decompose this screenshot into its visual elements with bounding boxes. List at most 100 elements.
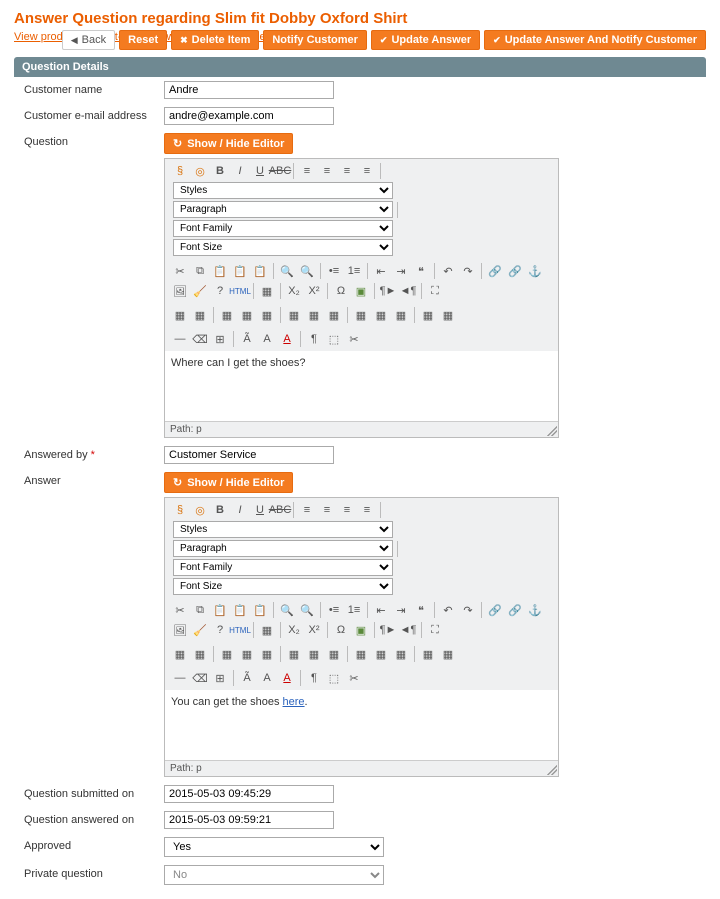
styles-select[interactable]: Styles xyxy=(173,521,393,538)
link-icon[interactable]: § xyxy=(171,162,189,180)
help-icon[interactable]: ? xyxy=(211,621,229,639)
quote-icon[interactable]: ❝ xyxy=(412,262,430,280)
sup-icon[interactable]: X² xyxy=(305,282,323,300)
tbl2-icon[interactable]: ▦ xyxy=(191,306,209,324)
clean-icon[interactable]: 🧹 xyxy=(191,621,209,639)
cut-icon[interactable]: ✂ xyxy=(171,262,189,280)
color-fg-icon[interactable]: A xyxy=(278,669,296,687)
tbl7-icon[interactable]: ▦ xyxy=(305,645,323,663)
tbl8-icon[interactable]: ▦ xyxy=(325,645,343,663)
copy-icon[interactable]: ⧉ xyxy=(191,262,209,280)
answered-on-input[interactable] xyxy=(164,811,334,829)
question-body[interactable]: Where can I get the shoes? xyxy=(165,351,558,421)
answered-by-input[interactable] xyxy=(164,446,334,464)
widget-icon[interactable]: ◎ xyxy=(191,162,209,180)
remove-format-icon[interactable]: ⌫ xyxy=(191,669,209,687)
copy-icon[interactable]: ⧉ xyxy=(191,601,209,619)
tbl12-icon[interactable]: ▦ xyxy=(419,306,437,324)
char-icon[interactable]: Ω xyxy=(332,621,350,639)
media-icon[interactable]: ▣ xyxy=(352,282,370,300)
find-icon[interactable]: 🔍 xyxy=(278,262,296,280)
rtl-icon[interactable]: ◄¶ xyxy=(399,621,417,639)
font-size-select[interactable]: Font Size xyxy=(173,578,393,595)
customer-name-input[interactable] xyxy=(164,81,334,99)
answer-body[interactable]: You can get the shoes here. xyxy=(165,690,558,760)
anchor-icon[interactable]: ⚓ xyxy=(526,262,544,280)
cut-icon[interactable]: ✂ xyxy=(171,601,189,619)
tbl5-icon[interactable]: ▦ xyxy=(258,306,276,324)
align-center-icon[interactable]: ≡ xyxy=(318,162,336,180)
tbl13-icon[interactable]: ▦ xyxy=(439,645,457,663)
answer-link[interactable]: here xyxy=(283,696,305,708)
update-notify-button[interactable]: ✔Update Answer And Notify Customer xyxy=(484,30,706,50)
vis-icon[interactable]: ⊞ xyxy=(211,669,229,687)
paste-text-icon[interactable]: 📋 xyxy=(231,262,249,280)
private-select[interactable]: No xyxy=(164,865,384,885)
sub-icon[interactable]: X₂ xyxy=(285,621,303,639)
tbl5-icon[interactable]: ▦ xyxy=(258,645,276,663)
bold-icon[interactable]: B xyxy=(211,162,229,180)
replace-icon[interactable]: 🔍 xyxy=(298,262,316,280)
notify-button[interactable]: Notify Customer xyxy=(263,30,367,50)
outdent-icon[interactable]: ⇤ xyxy=(372,601,390,619)
font-family-select[interactable]: Font Family xyxy=(173,559,393,576)
align-right-icon[interactable]: ≡ xyxy=(338,501,356,519)
underline-icon[interactable]: U xyxy=(251,162,269,180)
italic-icon[interactable]: I xyxy=(231,501,249,519)
tbl3-icon[interactable]: ▦ xyxy=(218,306,236,324)
tbl13-icon[interactable]: ▦ xyxy=(439,306,457,324)
paragraph-select[interactable]: Paragraph xyxy=(173,540,393,557)
outdent-icon[interactable]: ⇤ xyxy=(372,262,390,280)
sup-icon[interactable]: X² xyxy=(305,621,323,639)
align-left-icon[interactable]: ≡ xyxy=(298,162,316,180)
color-bg-icon[interactable]: A xyxy=(258,330,276,348)
indent-icon[interactable]: ⇥ xyxy=(392,601,410,619)
submitted-input[interactable] xyxy=(164,785,334,803)
image-icon[interactable]: 🖼 xyxy=(171,282,189,300)
tbl4-icon[interactable]: ▦ xyxy=(238,645,256,663)
color-bg-icon[interactable]: A xyxy=(258,669,276,687)
nbsp-icon[interactable]: ⬚ xyxy=(325,669,343,687)
paragraph-select[interactable]: Paragraph xyxy=(173,201,393,218)
tbl8-icon[interactable]: ▦ xyxy=(325,306,343,324)
tbl7-icon[interactable]: ▦ xyxy=(305,306,323,324)
replace-icon[interactable]: 🔍 xyxy=(298,601,316,619)
ol-icon[interactable]: 1≡ xyxy=(345,262,363,280)
paste-word-icon[interactable]: 📋 xyxy=(251,262,269,280)
anchor-icon[interactable]: ⚓ xyxy=(526,601,544,619)
quote-icon[interactable]: ❝ xyxy=(412,601,430,619)
unlink-icon[interactable]: 🔗 xyxy=(506,601,524,619)
tbl4-icon[interactable]: ▦ xyxy=(238,306,256,324)
table-icon[interactable]: ▦ xyxy=(258,621,276,639)
unlink-icon[interactable]: 🔗 xyxy=(506,262,524,280)
tbl2-icon[interactable]: ▦ xyxy=(191,645,209,663)
resize-handle-icon[interactable] xyxy=(547,765,557,775)
tbl10-icon[interactable]: ▦ xyxy=(372,306,390,324)
update-button[interactable]: ✔Update Answer xyxy=(371,30,480,50)
align-center-icon[interactable]: ≡ xyxy=(318,501,336,519)
fullscreen-icon[interactable]: ⛶ xyxy=(426,282,444,300)
delete-button[interactable]: ✖Delete Item xyxy=(171,30,259,50)
strike-icon[interactable]: ABC xyxy=(271,162,289,180)
color-fg-icon[interactable]: A xyxy=(278,330,296,348)
underline-icon[interactable]: U xyxy=(251,501,269,519)
strike-icon[interactable]: ABC xyxy=(271,501,289,519)
ol-icon[interactable]: 1≡ xyxy=(345,601,363,619)
undo-icon[interactable]: ↶ xyxy=(439,262,457,280)
ul-icon[interactable]: •≡ xyxy=(325,601,343,619)
insert-link-icon[interactable]: 🔗 xyxy=(486,601,504,619)
answer-toggle-editor-button[interactable]: ↻Show / Hide Editor xyxy=(164,472,293,493)
tbl12-icon[interactable]: ▦ xyxy=(419,645,437,663)
sub-icon[interactable]: X₂ xyxy=(285,282,303,300)
hr-icon[interactable]: — xyxy=(171,669,189,687)
question-toggle-editor-button[interactable]: ↻Show / Hide Editor xyxy=(164,133,293,154)
tbl11-icon[interactable]: ▦ xyxy=(392,645,410,663)
char-icon[interactable]: Ω xyxy=(332,282,350,300)
clean-icon[interactable]: 🧹 xyxy=(191,282,209,300)
find-icon[interactable]: 🔍 xyxy=(278,601,296,619)
vis-icon[interactable]: ⊞ xyxy=(211,330,229,348)
italic-icon[interactable]: I xyxy=(231,162,249,180)
back-button[interactable]: ◀Back xyxy=(62,30,115,50)
fullscreen-icon[interactable]: ⛶ xyxy=(426,621,444,639)
paste-icon[interactable]: 📋 xyxy=(211,262,229,280)
